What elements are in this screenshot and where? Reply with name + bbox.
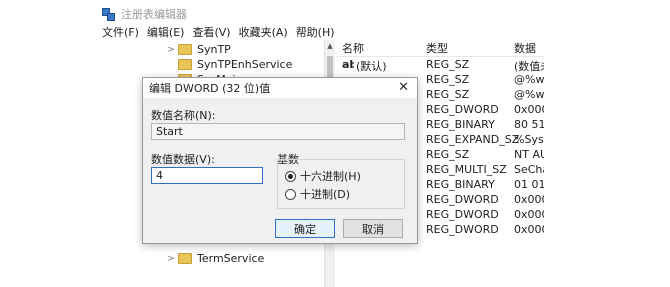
menu-edit[interactable]: 编辑(E)	[147, 24, 185, 40]
menu-view[interactable]: 查看(V)	[192, 24, 230, 40]
column-header-type[interactable]: 类型	[426, 40, 448, 56]
radio-checked-icon[interactable]	[285, 170, 296, 182]
folder-icon	[178, 44, 192, 55]
scroll-up-icon[interactable]: ▲	[326, 42, 334, 50]
tree-item-termservice[interactable]: > TermService	[166, 251, 264, 266]
radio-hexadecimal[interactable]: 十六进制(H)	[285, 168, 361, 184]
window-title: 注册表编辑器	[121, 8, 187, 21]
edit-dword-dialog: 编辑 DWORD (32 位)值 ✕ 数值名称(N): Start 数值数据(V…	[142, 77, 418, 244]
tree-item-label: TermService	[197, 252, 265, 265]
tree-item-label: SynTP	[197, 43, 231, 56]
tree-item-label: SynTPEnhService	[197, 58, 293, 71]
radio-unchecked-icon[interactable]	[285, 188, 296, 200]
folder-icon	[178, 59, 192, 70]
menu-bar: 文件(F) 编辑(E) 查看(V) 收藏夹(A) 帮助(H)	[96, 24, 337, 40]
value-data-input[interactable]: 4	[151, 167, 263, 184]
list-header: 名称 类型 数据	[336, 40, 544, 57]
column-header-name[interactable]: 名称	[342, 40, 364, 56]
title-bar: 注册表编辑器	[96, 4, 544, 24]
menu-help[interactable]: 帮助(H)	[296, 24, 335, 40]
close-icon[interactable]: ✕	[398, 80, 409, 96]
column-header-data[interactable]: 数据	[514, 40, 536, 56]
value-name-field: Start	[151, 123, 405, 140]
value-name-label: 数值名称(N):	[151, 109, 216, 122]
expand-arrow-icon[interactable]: >	[166, 45, 176, 55]
folder-icon	[178, 253, 192, 264]
menu-file[interactable]: 文件(F)	[102, 24, 139, 40]
radio-decimal[interactable]: 十进制(D)	[285, 186, 350, 202]
ok-button[interactable]: 确定	[275, 219, 335, 238]
string-value-icon: ab	[342, 58, 354, 68]
cancel-button[interactable]: 取消	[343, 219, 403, 238]
list-row[interactable]: ab (默认) REG_SZ (数值未	[336, 57, 544, 73]
value-data-label: 数值数据(V):	[151, 153, 215, 166]
registry-editor-icon	[102, 7, 115, 21]
dialog-title-bar[interactable]: 编辑 DWORD (32 位)值 ✕	[143, 78, 417, 98]
tree-item-syntpenhservice[interactable]: SynTPEnhService	[166, 57, 292, 72]
dialog-title: 编辑 DWORD (32 位)值	[149, 82, 271, 95]
expand-arrow-icon[interactable]: >	[166, 254, 176, 264]
tree-item-syntp[interactable]: > SynTP	[166, 42, 231, 57]
menu-favorites[interactable]: 收藏夹(A)	[239, 24, 288, 40]
